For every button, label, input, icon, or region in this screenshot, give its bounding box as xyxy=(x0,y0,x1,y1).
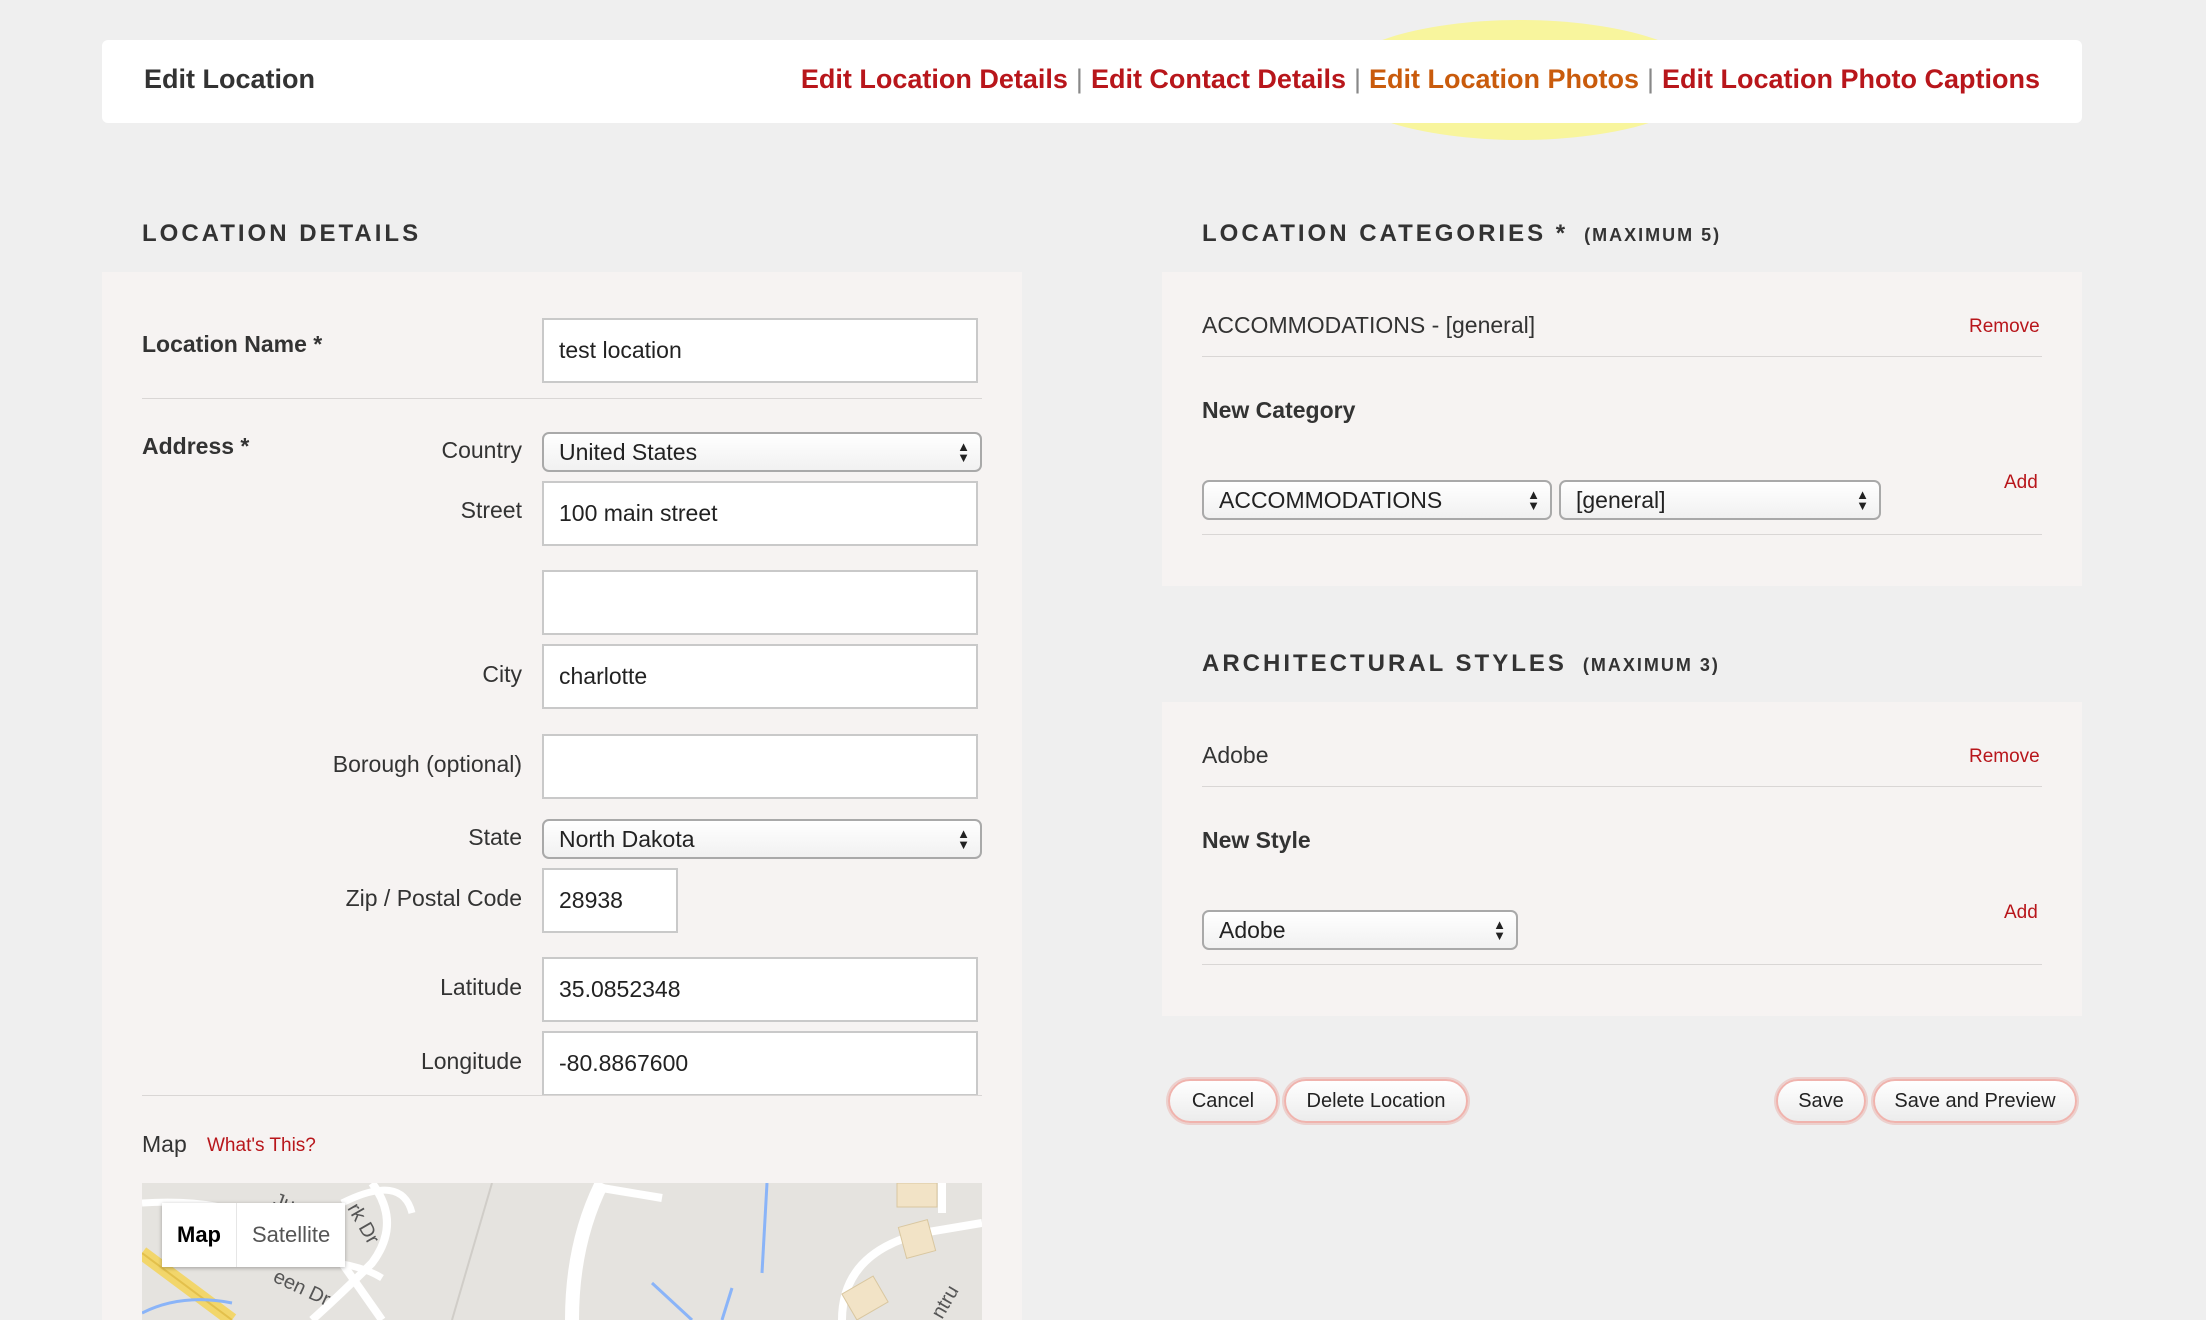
map-street-label: rk Dr xyxy=(343,1200,384,1249)
map-type-satellite-button[interactable]: Satellite xyxy=(237,1203,345,1267)
state-value: North Dakota xyxy=(559,825,695,852)
select-arrows-icon: ▲ ▼ xyxy=(1527,487,1540,513)
street2-input[interactable] xyxy=(542,570,978,635)
location-categories-heading: Location Categories * (Maximum 5) xyxy=(1202,220,1721,248)
map-street-label: ntru xyxy=(927,1282,963,1320)
select-arrows-icon: ▲ ▼ xyxy=(957,439,970,465)
location-categories-max: (Maximum 5) xyxy=(1584,225,1722,245)
architectural-styles-panel xyxy=(1162,702,2082,1016)
city-input[interactable]: charlotte xyxy=(542,644,978,709)
map-street-label: een Dr xyxy=(270,1266,334,1311)
existing-category: ACCOMMODATIONS - [general] xyxy=(1202,312,1536,338)
nav-edit-contact-details[interactable]: Edit Contact Details xyxy=(1091,64,1346,94)
select-arrows-icon: ▲ ▼ xyxy=(1493,917,1506,943)
longitude-label: Longitude xyxy=(420,1048,522,1074)
address-label: Address * xyxy=(142,433,250,459)
subcategory-value: [general] xyxy=(1576,486,1666,513)
divider xyxy=(142,398,982,399)
location-categories-title: Location Categories * xyxy=(1202,220,1569,247)
divider xyxy=(142,1095,982,1096)
divider xyxy=(1202,964,2042,965)
cancel-button[interactable]: Cancel xyxy=(1168,1079,1278,1123)
add-style-link[interactable]: Add xyxy=(2004,902,2038,924)
nav-separator: | xyxy=(1075,64,1083,94)
new-category-label: New Category xyxy=(1202,397,1356,423)
location-name-label: Location Name * xyxy=(142,331,323,357)
state-label: State xyxy=(468,824,522,850)
map-type-map-button[interactable]: Map xyxy=(162,1203,237,1267)
state-select[interactable]: North Dakota ▲ ▼ xyxy=(542,819,982,859)
style-select[interactable]: Adobe ▲ ▼ xyxy=(1202,910,1518,950)
architectural-styles-heading: Architectural Styles (Maximum 3) xyxy=(1202,650,1720,678)
architectural-styles-title: Architectural Styles xyxy=(1202,650,1567,677)
subcategory-select[interactable]: [general] ▲ ▼ xyxy=(1559,480,1881,520)
save-button[interactable]: Save xyxy=(1776,1079,1866,1123)
nav-edit-location-details[interactable]: Edit Location Details xyxy=(801,64,1068,94)
location-map[interactable]: Juani rk Dr een Dr ntru Map Satellite xyxy=(142,1183,982,1320)
latitude-label: Latitude xyxy=(440,974,522,1000)
nav-separator: | xyxy=(1647,64,1655,94)
category-value: ACCOMMODATIONS xyxy=(1219,486,1443,513)
nav-separator: | xyxy=(1353,64,1361,94)
longitude-input[interactable]: -80.8867600 xyxy=(542,1031,978,1096)
select-arrows-icon: ▲ ▼ xyxy=(1856,487,1869,513)
street-input[interactable]: 100 main street xyxy=(542,481,978,546)
nav-edit-location-photo-captions[interactable]: Edit Location Photo Captions xyxy=(1662,64,2040,94)
style-value: Adobe xyxy=(1219,916,1286,943)
nav-edit-location-photos[interactable]: Edit Location Photos xyxy=(1369,64,1639,94)
city-label: City xyxy=(482,661,522,687)
divider xyxy=(1202,786,2042,787)
zip-input[interactable]: 28938 xyxy=(542,868,678,933)
latitude-input[interactable]: 35.0852348 xyxy=(542,957,978,1022)
borough-input[interactable] xyxy=(542,734,978,799)
zip-label: Zip / Postal Code xyxy=(345,885,522,911)
map-type-control: Map Satellite xyxy=(162,1203,346,1267)
divider xyxy=(1202,534,2042,535)
country-value: United States xyxy=(559,438,698,465)
architectural-styles-max: (Maximum 3) xyxy=(1582,655,1720,675)
country-select[interactable]: United States ▲ ▼ xyxy=(542,432,982,472)
divider xyxy=(1202,356,2042,357)
header-nav: Edit Location Details | Edit Contact Detai… xyxy=(801,64,2040,95)
whats-this-link[interactable]: What's This? xyxy=(207,1135,316,1157)
borough-label: Borough (optional) xyxy=(332,751,522,777)
page-title: Edit Location xyxy=(144,64,315,94)
map-label: Map xyxy=(142,1131,187,1157)
page-header: Edit Location Edit Location Details | Edit… xyxy=(102,40,2082,123)
category-select[interactable]: ACCOMMODATIONS ▲ ▼ xyxy=(1202,480,1552,520)
new-style-label: New Style xyxy=(1202,827,1311,853)
location-details-heading: Location Details xyxy=(142,220,422,247)
location-name-input[interactable]: test location xyxy=(542,318,978,383)
street-label: Street xyxy=(460,497,522,523)
country-label: Country xyxy=(441,437,522,463)
select-arrows-icon: ▲ ▼ xyxy=(957,826,970,852)
remove-style-link[interactable]: Remove xyxy=(1969,746,2040,768)
save-and-preview-button[interactable]: Save and Preview xyxy=(1873,1079,2077,1123)
existing-style: Adobe xyxy=(1202,742,1269,768)
delete-location-button[interactable]: Delete Location xyxy=(1284,1079,1468,1123)
remove-category-link[interactable]: Remove xyxy=(1969,316,2040,338)
add-category-link[interactable]: Add xyxy=(2004,472,2038,494)
